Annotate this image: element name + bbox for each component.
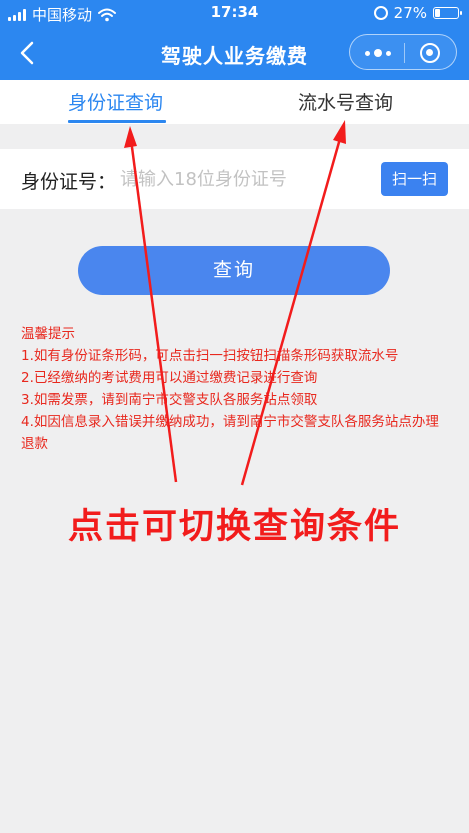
battery-icon — [433, 7, 462, 19]
tip-item: 2.已经缴纳的考试费用可以通过缴费记录进行查询 — [21, 370, 318, 386]
tab-serial-number-query[interactable]: 流水号查询 — [298, 88, 393, 115]
id-input-row: 身份证号： 扫一扫 — [0, 149, 469, 209]
annotation-caption: 点击可切换查询条件 — [67, 507, 401, 547]
scan-button[interactable]: 扫一扫 — [381, 162, 448, 196]
arrowhead-id-tab — [124, 126, 137, 148]
navigation-bar: 驾驶人业务缴费 — [0, 26, 469, 80]
app-header: 中国移动 17:34 27% 驾驶人业务缴费 — [0, 0, 469, 80]
orientation-lock-icon — [373, 6, 388, 20]
tab-id-card-query[interactable]: 身份证查询 — [68, 88, 163, 115]
tip-item: 4.如因信息录入错误并缴纳成功，请到南宁市交警支队各服务站点办理退款 — [21, 414, 439, 452]
battery-percent: 27% — [393, 4, 427, 22]
capsule-divider — [404, 43, 405, 63]
active-tab-indicator — [68, 120, 166, 123]
tip-item: 3.如需发票，请到南宁市交警支队各服务站点领取 — [21, 392, 318, 408]
id-number-label: 身份证号： — [21, 171, 117, 193]
more-button[interactable] — [364, 45, 392, 61]
id-number-input[interactable] — [120, 163, 360, 195]
tips-title: 温馨提示 — [21, 326, 75, 342]
status-bar: 中国移动 17:34 27% — [0, 0, 469, 26]
tips-section: 温馨提示 1.如有身份证条形码，可点击扫一扫按钮扫描条形码获取流水号 2.已经缴… — [21, 323, 451, 455]
close-miniprogram-button[interactable] — [420, 43, 440, 63]
query-button[interactable]: 查询 — [78, 246, 390, 295]
status-right: 27% — [373, 4, 462, 22]
query-tabs: 身份证查询 流水号查询 — [0, 80, 469, 124]
miniprogram-capsule — [349, 34, 457, 70]
tip-item: 1.如有身份证条形码，可点击扫一扫按钮扫描条形码获取流水号 — [21, 348, 399, 364]
